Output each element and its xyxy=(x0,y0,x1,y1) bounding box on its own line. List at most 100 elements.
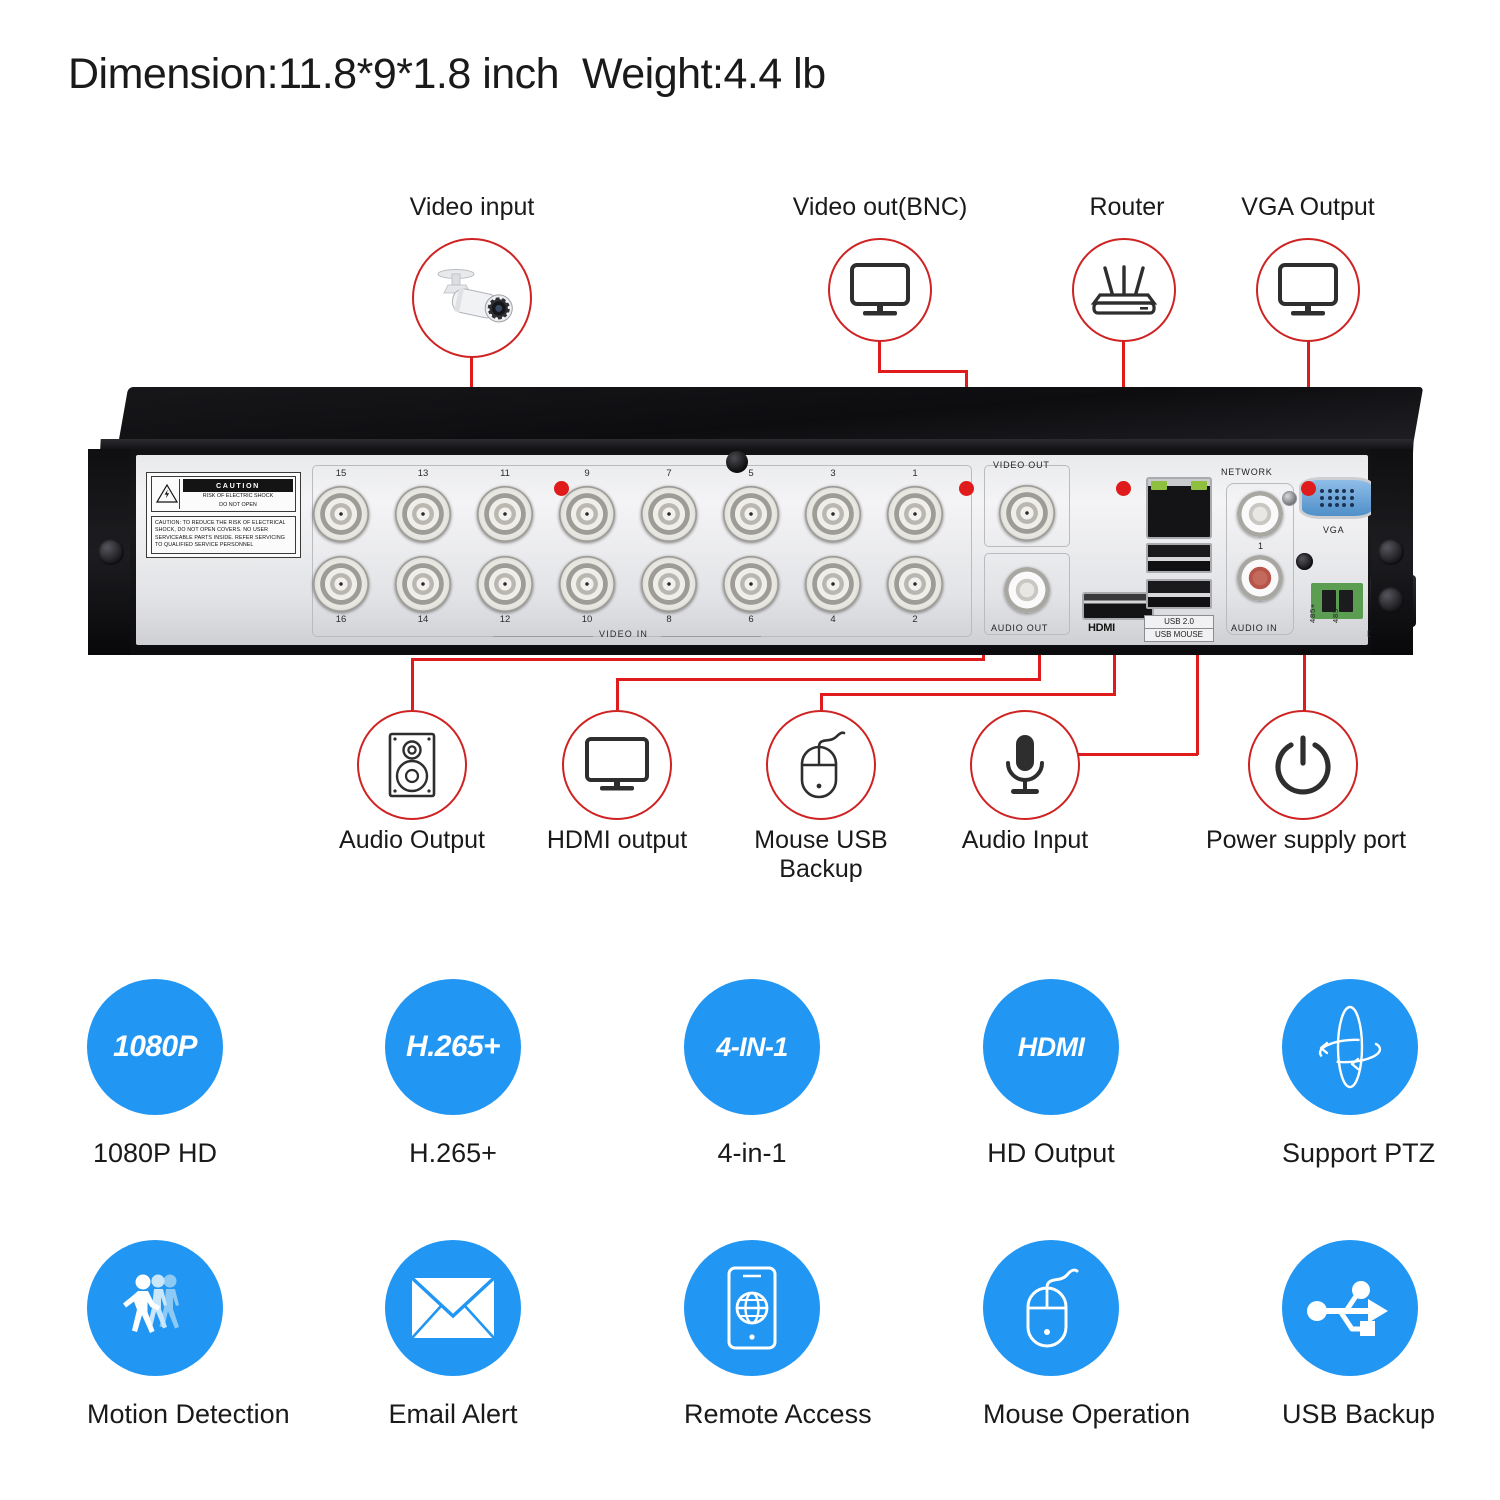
feature-badge-circle: 1080P xyxy=(87,979,223,1115)
callout-label-line-2: Backup xyxy=(779,854,863,883)
usb-port-lower[interactable] xyxy=(1146,579,1212,609)
feature-hd-output[interactable]: HDMI HD Output xyxy=(983,979,1119,1169)
callout-icon-speaker[interactable] xyxy=(357,710,467,820)
mouse-icon xyxy=(800,731,846,799)
feature-label: Motion Detection xyxy=(87,1399,290,1429)
callout-label-router: Router xyxy=(1089,193,1165,221)
feature-label: 4-in-1 xyxy=(717,1138,787,1168)
callout-icon-router[interactable] xyxy=(1072,238,1176,342)
bullet-camera-icon xyxy=(437,269,513,323)
bnc-port-number: 1 xyxy=(912,468,918,479)
microphone-icon xyxy=(1006,735,1044,794)
feature-motion-detection[interactable]: Motion Detection xyxy=(87,1240,290,1430)
connector-line xyxy=(616,678,619,710)
monitor-icon xyxy=(1278,263,1338,316)
bnc-port-number: 14 xyxy=(417,614,429,625)
audio-in-rca-port-1[interactable] xyxy=(1237,491,1283,537)
bnc-port[interactable] xyxy=(723,556,779,612)
feature-4-in-1[interactable]: 4-IN-1 4-in-1 xyxy=(684,979,820,1169)
connector-endpoint xyxy=(1116,481,1131,496)
monitor-icon xyxy=(585,737,649,791)
connector-line xyxy=(820,693,823,711)
feature-badge-circle xyxy=(983,1240,1119,1376)
feature-badge-circle xyxy=(684,1240,820,1376)
callout-label-audio-input: Audio Input xyxy=(961,826,1089,854)
callout-icon-microphone[interactable] xyxy=(970,710,1080,820)
bnc-port-number: 2 xyxy=(912,614,918,625)
bnc-port-number: 13 xyxy=(417,468,429,479)
bnc-port-number: 16 xyxy=(335,614,347,625)
bnc-port[interactable] xyxy=(395,556,451,612)
video-in-port-group: 15 13 11 9 7 5 3 1 16 14 12 10 8 6 4 2 V… xyxy=(310,465,972,639)
feature-mouse-operation[interactable]: Mouse Operation xyxy=(983,1240,1191,1430)
feature-usb-backup[interactable]: USB Backup xyxy=(1282,1240,1435,1430)
bnc-port[interactable] xyxy=(723,486,779,542)
feature-badge-text: 1080P xyxy=(113,1030,197,1063)
feature-badge-circle: HDMI xyxy=(983,979,1119,1115)
bnc-port-number: 7 xyxy=(666,468,672,479)
bnc-port[interactable] xyxy=(395,486,451,542)
usb-label-line-2: USB MOUSE xyxy=(1145,628,1213,641)
callout-icon-bullet-camera[interactable] xyxy=(412,238,532,358)
bnc-port[interactable] xyxy=(805,556,861,612)
dvr-io-panel: CAUTION RISK OF ELECTRIC SHOCK DO NOT OP… xyxy=(136,455,1416,645)
bnc-port[interactable] xyxy=(477,486,533,542)
bnc-port[interactable] xyxy=(477,556,533,612)
connector-line xyxy=(878,370,968,373)
bnc-port[interactable] xyxy=(313,486,369,542)
bnc-port[interactable] xyxy=(559,486,615,542)
bnc-port[interactable] xyxy=(559,556,615,612)
feature-label: Remote Access xyxy=(684,1399,872,1429)
feature-remote-access[interactable]: Remote Access xyxy=(684,1240,872,1430)
network-rj45-port[interactable] xyxy=(1146,477,1212,539)
bnc-port-number: 8 xyxy=(666,614,672,625)
feature-badge-circle xyxy=(385,1240,521,1376)
feature-support-ptz[interactable]: Support PTZ xyxy=(1282,979,1435,1169)
caution-subline-2: DO NOT OPEN xyxy=(219,501,257,508)
feature-h265plus[interactable]: H.265+ H.265+ xyxy=(385,979,521,1169)
bnc-port-number: 3 xyxy=(830,468,836,479)
callout-label-mouse-usb-backup: Mouse USB Backup xyxy=(731,826,911,884)
bnc-port[interactable] xyxy=(641,556,697,612)
bnc-port[interactable] xyxy=(805,486,861,542)
feature-badge-circle xyxy=(1282,1240,1418,1376)
dvr-lid-screw xyxy=(726,451,748,473)
router-icon xyxy=(1090,265,1158,315)
callout-icon-mouse[interactable] xyxy=(766,710,876,820)
bnc-port[interactable] xyxy=(641,486,697,542)
callout-icon-monitor-hdmi[interactable] xyxy=(562,710,672,820)
feature-label: Mouse Operation xyxy=(983,1399,1191,1429)
network-label: NETWORK xyxy=(1221,467,1273,477)
audio-in-rca-port-2[interactable] xyxy=(1237,555,1283,601)
feature-email-alert[interactable]: Email Alert xyxy=(385,1240,521,1430)
feature-badge-circle xyxy=(87,1240,223,1376)
connector-endpoint xyxy=(959,481,974,496)
callout-icon-monitor-vga[interactable] xyxy=(1256,238,1360,342)
vga-label: VGA xyxy=(1323,525,1345,535)
usb-port-upper[interactable] xyxy=(1146,543,1212,573)
bnc-port[interactable] xyxy=(887,556,943,612)
video-out-bnc-port[interactable] xyxy=(999,485,1055,541)
caution-label: CAUTION RISK OF ELECTRIC SHOCK DO NOT OP… xyxy=(146,472,301,558)
mouse-icon xyxy=(1026,1268,1079,1348)
bnc-port[interactable] xyxy=(887,486,943,542)
feature-label: Email Alert xyxy=(388,1399,518,1429)
callout-label-hdmi-output: HDMI output xyxy=(546,826,688,854)
rs485-minus-label: 485- xyxy=(1331,604,1340,623)
feature-badge-text: H.265+ xyxy=(406,1030,501,1063)
rs485-plus-label: 485+ xyxy=(1308,602,1317,623)
bnc-port-number: 4 xyxy=(830,614,836,625)
envelope-icon xyxy=(410,1276,496,1339)
audio-out-label: AUDIO OUT xyxy=(991,623,1049,633)
audio-out-rca-port[interactable] xyxy=(1004,567,1050,613)
feature-1080p-hd[interactable]: 1080P 1080P HD xyxy=(87,979,223,1169)
chassis-screw-left xyxy=(98,539,124,565)
bnc-port[interactable] xyxy=(313,556,369,612)
walking-people-icon xyxy=(123,1274,179,1333)
callout-icon-monitor-bnc[interactable] xyxy=(828,238,932,342)
feature-badge-circle xyxy=(1282,979,1418,1115)
audio-in-label: AUDIO IN xyxy=(1231,623,1278,633)
speaker-icon xyxy=(388,732,436,798)
callout-icon-power[interactable] xyxy=(1248,710,1358,820)
ptz-rotation-icon xyxy=(1318,1005,1382,1089)
